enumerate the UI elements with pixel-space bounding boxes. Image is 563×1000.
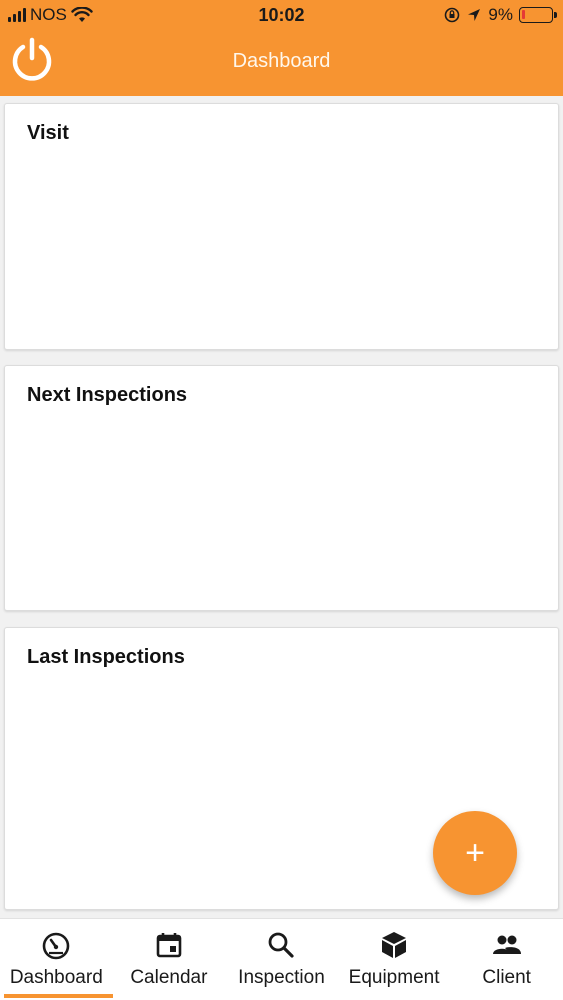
people-icon xyxy=(492,935,521,954)
battery-percent: 9% xyxy=(488,5,513,24)
visit-card-title: Visit xyxy=(27,122,69,144)
search-icon xyxy=(269,932,295,958)
nav-item-client[interactable]: Client xyxy=(450,919,563,1000)
status-right: 9% xyxy=(444,5,557,25)
nav-item-equipment[interactable]: Equipment xyxy=(338,919,451,1000)
next-inspections-card: Next Inspections xyxy=(4,365,559,611)
rotation-lock-icon xyxy=(445,7,460,23)
nav-label-inspection: Inspection xyxy=(238,967,325,988)
last-inspections-title: Last Inspections xyxy=(27,646,185,668)
nav-label-calendar: Calendar xyxy=(130,967,208,988)
nav-label-dashboard: Dashboard xyxy=(9,967,103,988)
status-bar: NOS 10:02 9% xyxy=(0,0,563,32)
nav-item-inspection[interactable]: Inspection xyxy=(225,919,338,1000)
active-tab-indicator xyxy=(4,994,113,998)
next-inspections-title: Next Inspections xyxy=(27,384,188,406)
nav-label-client: Client xyxy=(482,967,531,988)
add-button[interactable]: + xyxy=(433,811,517,895)
battery-icon xyxy=(519,7,557,23)
location-arrow-icon xyxy=(468,9,481,21)
visit-card: Visit xyxy=(4,103,559,350)
nav-item-calendar[interactable]: Calendar xyxy=(113,919,226,1000)
power-icon xyxy=(12,37,52,81)
app-header: NOS 10:02 9% Dashboard xyxy=(0,0,563,96)
speedometer-icon xyxy=(42,932,70,960)
power-button[interactable] xyxy=(8,36,56,84)
nav-label-equipment: Equipment xyxy=(348,967,440,988)
nav-item-dashboard[interactable]: Dashboard xyxy=(0,919,113,1000)
bottom-navigation: Dashboard Calendar Inspection Equipment xyxy=(0,918,563,1000)
cube-icon xyxy=(382,932,407,958)
calendar-icon xyxy=(156,933,182,958)
page-title: Dashboard xyxy=(232,50,331,72)
plus-icon: + xyxy=(465,833,485,872)
